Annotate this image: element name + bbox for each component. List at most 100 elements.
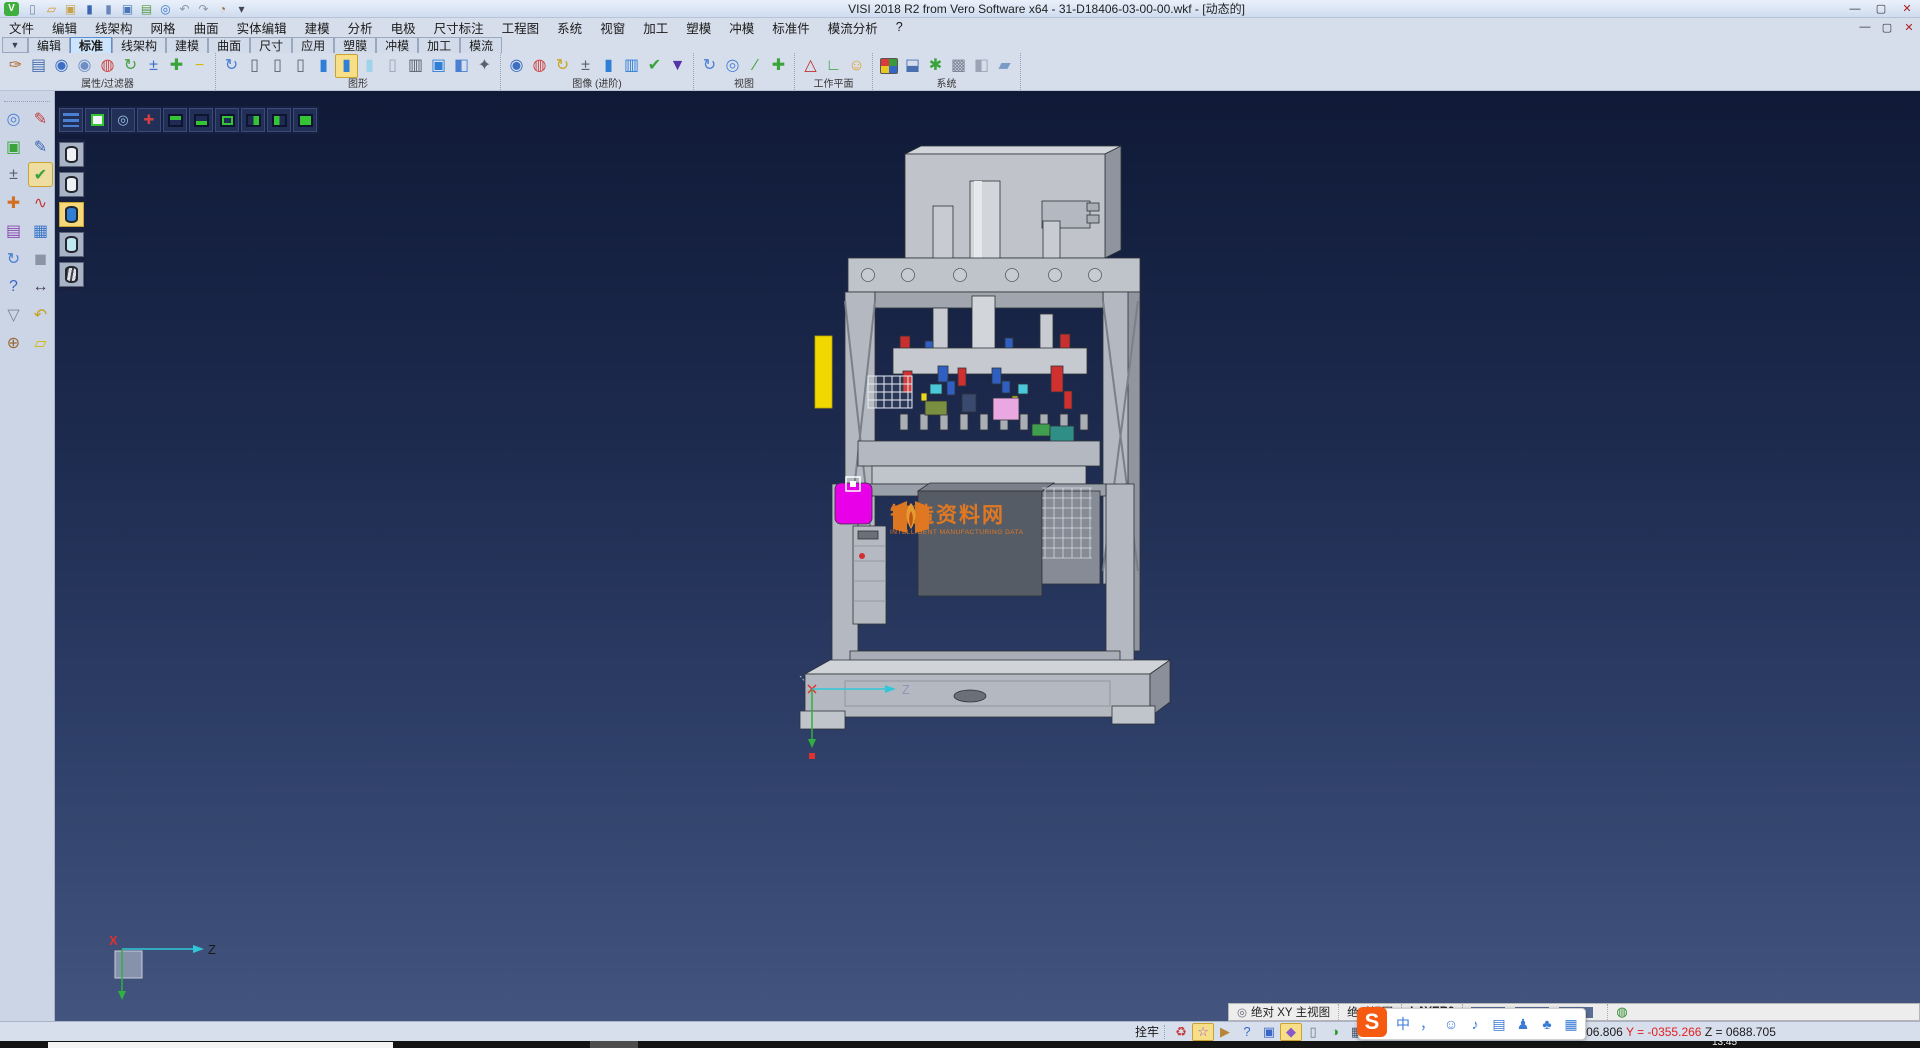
view-axes-icon[interactable]: ✚ (767, 54, 790, 78)
advanced-show-icon[interactable]: ◉ (505, 54, 528, 78)
system-capture-icon[interactable]: ◧ (970, 54, 993, 78)
menu-item[interactable]: 曲面 (185, 18, 228, 36)
group-render-icon[interactable]: ▣ (427, 54, 450, 78)
view-measure-icon[interactable]: ∕ (744, 54, 767, 78)
lock-toggle[interactable]: 拴牢 (1135, 1023, 1159, 1040)
menu-item[interactable]: 加工 (634, 18, 677, 36)
iso-view-cube-icon[interactable] (293, 108, 317, 132)
menu-item[interactable]: 电极 (382, 18, 425, 36)
qat-dropdown-icon[interactable]: ▾ (232, 1, 251, 17)
mdi-close-button[interactable]: ✕ (1898, 19, 1920, 35)
import-file-icon[interactable]: ▣ (61, 1, 80, 17)
minimize-button[interactable]: — (1842, 0, 1868, 17)
toolbar-tab[interactable]: 标准 (70, 37, 112, 53)
pick-arrow-icon[interactable]: ▶ (1214, 1023, 1236, 1041)
menu-item[interactable]: 冲模 (720, 18, 763, 36)
save-all-icon[interactable]: ▣ (118, 1, 137, 17)
zoom-scale-icon[interactable]: ± (1, 162, 26, 187)
machine-3d-model[interactable]: Z X Z (55, 91, 1920, 1022)
ime-account-icon[interactable]: ♟ (1511, 1012, 1535, 1036)
workplane-align-icon[interactable]: ∟ (822, 54, 845, 78)
menu-item[interactable]: 塑模 (677, 18, 720, 36)
hidden-line-cylinder-icon[interactable]: ▯ (266, 54, 289, 78)
save-as-icon[interactable]: ▮ (99, 1, 118, 17)
menu-item[interactable]: 工程图 (493, 18, 549, 36)
window-layout-icon[interactable]: ▦ (28, 218, 53, 243)
transparent-cylinder-icon[interactable]: ▮ (358, 54, 381, 78)
hide-entities-icon[interactable]: ◉ (73, 54, 96, 78)
menu-item[interactable]: 系统 (548, 18, 591, 36)
system-grid-icon[interactable]: ▩ (947, 54, 970, 78)
taskbar-search-box[interactable] (48, 1042, 393, 1048)
curve-pen-icon[interactable]: ∿ (28, 190, 53, 215)
open-file-icon[interactable]: ▱ (42, 1, 61, 17)
advanced-apply-icon[interactable]: ✔ (643, 54, 666, 78)
transparent-mode-icon[interactable] (59, 232, 84, 257)
render-settings-icon[interactable]: ✦ (473, 54, 496, 78)
view-list-icon[interactable] (59, 108, 83, 132)
toolbar-tab[interactable]: 加工 (418, 37, 460, 53)
globe-icon[interactable]: ◍ (1616, 1004, 1627, 1020)
toggle-visibility-icon[interactable]: ± (142, 54, 165, 78)
toolbar-tab[interactable]: 编辑 (28, 37, 70, 53)
edit-render-icon[interactable]: ◧ (450, 54, 473, 78)
refresh-visibility-icon[interactable]: ↻ (119, 54, 142, 78)
advanced-toggle-icon[interactable]: ± (574, 54, 597, 78)
ucs-cube-icon[interactable]: ◆ (1280, 1023, 1302, 1041)
advanced-shaded-icon[interactable]: ▮ (597, 54, 620, 78)
shaded-edges-cylinder-icon[interactable]: ▮ (335, 54, 358, 78)
hidden-line-mode-icon[interactable] (59, 172, 84, 197)
help-icon[interactable]: ? (1, 274, 26, 299)
axis-orientation-icon[interactable]: ✚ (137, 108, 161, 132)
session-icon[interactable]: ◔ (213, 1, 232, 17)
auto-timer-icon[interactable]: ◑ (1324, 1023, 1346, 1041)
redo-icon[interactable]: ↷ (194, 1, 213, 17)
open-model-icon[interactable]: ▱ (28, 330, 53, 355)
solid-cube-icon[interactable]: ◼ (28, 246, 53, 271)
print-preview-icon[interactable]: ◎ (156, 1, 175, 17)
toolbar-tab[interactable]: 线架构 (112, 37, 166, 53)
new-file-icon[interactable]: ▯ (23, 1, 42, 17)
show-entities-icon[interactable]: ◉ (50, 54, 73, 78)
save-icon[interactable]: ▮ (80, 1, 99, 17)
undo-icon[interactable]: ↶ (175, 1, 194, 17)
fit-view-icon[interactable]: ▣ (1, 134, 26, 159)
refresh-model-icon[interactable]: ↻ (1, 246, 26, 271)
remove-from-view-icon[interactable]: − (188, 54, 211, 78)
system-slab-icon[interactable]: ▰ (993, 54, 1016, 78)
ime-language-toggle-icon[interactable]: 中 (1391, 1012, 1415, 1036)
left-view-cube-icon[interactable] (267, 108, 291, 132)
sogou-logo-icon[interactable]: S (1357, 1007, 1387, 1037)
view-rotate-icon[interactable]: ↻ (698, 54, 721, 78)
menu-item[interactable]: 线架构 (86, 18, 142, 36)
sketch-pen-icon[interactable]: ✎ (28, 134, 53, 159)
view-zoom-icon[interactable]: ◎ (721, 54, 744, 78)
fit-window-icon[interactable] (85, 108, 109, 132)
advanced-refresh-icon[interactable]: ↻ (551, 54, 574, 78)
navigator-wheel-icon[interactable]: ⊕ (1, 330, 26, 355)
mdi-minimize-button[interactable]: — (1854, 19, 1876, 35)
toolbar-tab[interactable]: 冲模 (376, 37, 418, 53)
palette-icon[interactable]: ▤ (1, 218, 26, 243)
workplane-user-icon[interactable]: ☺ (845, 54, 868, 78)
preview-document-icon[interactable]: ▤ (27, 54, 50, 78)
toolbar-tab[interactable]: 尺寸 (250, 37, 292, 53)
menu-item[interactable]: 标准件 (763, 18, 819, 36)
top-view-cube-icon[interactable] (163, 108, 187, 132)
analysis-mode-icon[interactable] (59, 262, 84, 287)
3d-viewport[interactable]: Z X Z (55, 91, 1920, 1022)
ime-skin-icon[interactable]: ♣ (1535, 1012, 1559, 1036)
right-view-cube-icon[interactable] (241, 108, 265, 132)
advanced-filter-icon[interactable]: ◍ (528, 54, 551, 78)
undo-step-icon[interactable]: ↶ (28, 302, 53, 327)
ime-keyboard-icon[interactable]: ▤ (1487, 1012, 1511, 1036)
menu-item[interactable]: 视窗 (591, 18, 634, 36)
print-icon[interactable]: ▤ (137, 1, 156, 17)
menu-item[interactable]: ? (887, 18, 912, 36)
panel-grip[interactable] (4, 92, 50, 102)
shaded-mode-icon[interactable] (59, 202, 84, 227)
delete-entity-icon[interactable]: ▽ (1, 302, 26, 327)
toolbar-tab[interactable]: 模流 (460, 37, 502, 53)
wireframe-mode-icon[interactable] (59, 142, 84, 167)
erase-pencil-icon[interactable]: ✎ (28, 106, 53, 131)
